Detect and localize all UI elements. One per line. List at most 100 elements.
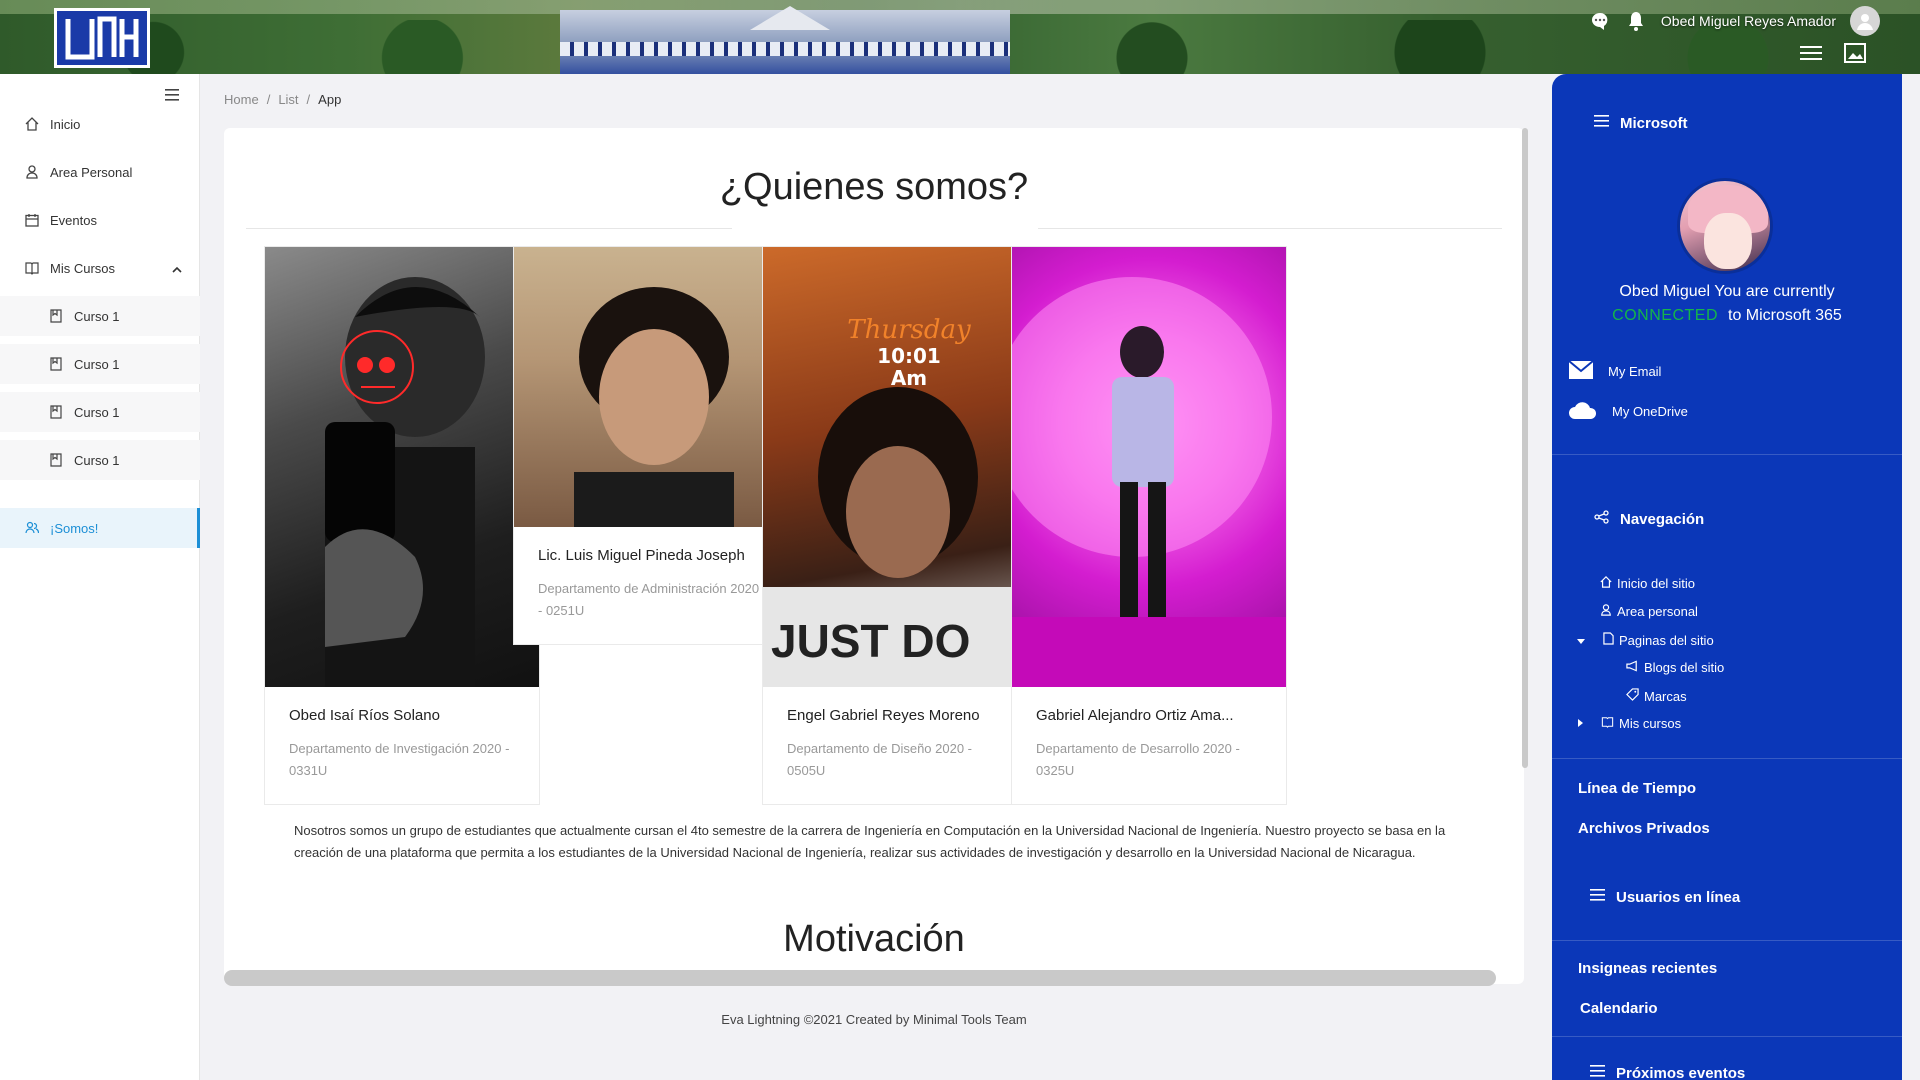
file-icon [1603, 632, 1614, 648]
nav-item-label: Mis cursos [1619, 716, 1682, 731]
page-title: ¿Quienes somos? [719, 166, 1029, 208]
member-name: Gabriel Alejandro Ortiz Ama... [1036, 707, 1234, 724]
chevron-up-icon[interactable] [172, 262, 182, 277]
sidebar-item-curso-1[interactable]: Curso 1 [0, 296, 200, 336]
member-info: Engel Gabriel Reyes Moreno Departamento … [763, 687, 1037, 804]
nav-item-marcas[interactable]: Marcas [1626, 688, 1687, 704]
my-email-link[interactable]: My Email [1568, 360, 1661, 383]
calendar-icon [24, 212, 40, 228]
member-card[interactable]: Obed Isaí Ríos Solano Departamento de In… [264, 246, 540, 805]
private-files-link[interactable]: Archivos Privados [1578, 820, 1710, 837]
header-actions: Obed Miguel Reyes Amador [1589, 6, 1880, 36]
profile-avatar[interactable] [1677, 178, 1773, 274]
title-divider-right [1038, 228, 1502, 229]
sidebar-item-label: Eventos [50, 212, 97, 228]
person-icon [24, 164, 40, 180]
uni-logo[interactable] [54, 8, 150, 68]
header-secondary-actions [1800, 42, 1866, 64]
photo-overlay-ampm: Am [890, 366, 928, 390]
sidebar-toggle-icon[interactable] [165, 88, 183, 104]
book-icon [24, 260, 40, 276]
sidebar-item-label: Area Personal [50, 164, 133, 180]
main-content-card: ¿Quienes somos? Obed Isaí Ríos Solano De… [224, 128, 1524, 984]
member-department: Departamento de Investigación 2020 - 033… [289, 741, 510, 778]
nav-item-label: Inicio del sitio [1617, 576, 1696, 591]
member-card[interactable]: Lic. Luis Miguel Pineda Joseph Departame… [513, 246, 789, 645]
member-card[interactable]: JUST DO Thursday 10:01 Am Engel Gabriel … [762, 246, 1038, 805]
timeline-link[interactable]: Línea de Tiempo [1578, 780, 1696, 797]
online-users-section-title[interactable]: Usuarios en línea [1590, 888, 1740, 906]
breadcrumb-separator: / [306, 92, 311, 107]
member-photo [265, 247, 539, 687]
sidebar-item-somos[interactable]: ¡Somos! [0, 508, 200, 548]
user-avatar-icon[interactable] [1850, 6, 1880, 36]
menu-icon [1594, 114, 1610, 132]
nav-item-label: Paginas del sitio [1619, 632, 1714, 648]
caret-right-icon[interactable] [1576, 716, 1584, 731]
microsoft-title: Microsoft [1620, 114, 1688, 132]
nav-item-label: Marcas [1644, 688, 1687, 704]
member-info: Obed Isaí Ríos Solano Departamento de In… [265, 687, 539, 804]
bell-icon[interactable] [1625, 10, 1647, 32]
online-users-title: Usuarios en línea [1616, 888, 1741, 906]
connected-badge: CONNECTED [1612, 307, 1718, 324]
image-icon[interactable] [1844, 42, 1866, 64]
member-department: Departamento de Administración 2020 - 02… [538, 581, 760, 618]
breadcrumb-current: App [318, 92, 342, 107]
chat-icon[interactable] [1589, 10, 1611, 32]
breadcrumb-list[interactable]: List [278, 92, 298, 107]
sidebar-item-curso-3[interactable]: Curso 1 [0, 392, 200, 432]
my-onedrive-link[interactable]: My OneDrive [1568, 400, 1688, 423]
panel-divider [1552, 758, 1902, 759]
left-sidebar: Inicio Area Personal Eventos Mis Cursos … [0, 74, 200, 1080]
member-photo-art [574, 287, 734, 527]
building-windows [560, 42, 1010, 56]
nav-item-inicio-del-sitio[interactable]: Inicio del sitio [1600, 576, 1695, 591]
bookmark-icon [48, 404, 64, 420]
home-icon [24, 116, 40, 132]
nav-item-area-personal[interactable]: Area personal [1600, 604, 1698, 619]
member-name: Lic. Luis Miguel Pineda Joseph [538, 547, 745, 564]
member-photo [514, 247, 788, 527]
microsoft-section-title[interactable]: Microsoft [1594, 114, 1688, 132]
panel-divider [1552, 1036, 1902, 1037]
nav-item-label: Blogs del sitio [1644, 660, 1725, 675]
panel-divider [1552, 940, 1902, 941]
nav-item-blogs-del-sitio[interactable]: Blogs del sitio [1626, 660, 1724, 675]
menu-icon [1590, 888, 1606, 906]
upcoming-events-section-title[interactable]: Próximos eventos [1590, 1064, 1745, 1080]
sidebar-item-curso-4[interactable]: Curso 1 [0, 440, 200, 480]
sidebar-item-mis-cursos[interactable]: Mis Cursos [0, 248, 200, 288]
breadcrumb-separator: / [266, 92, 271, 107]
cloud-icon [1568, 400, 1598, 423]
sidebar-item-eventos[interactable]: Eventos [0, 200, 200, 240]
sidebar-item-inicio[interactable]: Inicio [0, 104, 200, 144]
navigation-section-title[interactable]: Navegación [1594, 510, 1704, 528]
nav-item-mis-cursos[interactable]: Mis cursos [1576, 716, 1681, 731]
sidebar-item-curso-2[interactable]: Curso 1 [0, 344, 200, 384]
home-icon [1600, 576, 1612, 591]
megaphone-icon [1626, 660, 1639, 675]
member-name: Obed Isaí Ríos Solano [289, 707, 440, 724]
sidebar-item-label: Curso 1 [74, 308, 120, 324]
photo-overlay-day: Thursday [847, 315, 971, 345]
nav-item-paginas-del-sitio[interactable]: Paginas del sitio [1576, 632, 1714, 648]
avatar-face [1704, 213, 1752, 269]
horizontal-scrollbar[interactable] [224, 970, 1496, 986]
breadcrumb-home[interactable]: Home [224, 92, 259, 107]
vertical-scrollbar[interactable] [1522, 128, 1528, 768]
calendar-link[interactable]: Calendario [1580, 1000, 1658, 1017]
header-user-name[interactable]: Obed Miguel Reyes Amador [1661, 13, 1836, 29]
recent-badges-link[interactable]: Insigneas recientes [1578, 960, 1717, 977]
member-name: Engel Gabriel Reyes Moreno [787, 707, 980, 724]
sidebar-item-area-personal[interactable]: Area Personal [0, 152, 200, 192]
footer-text: Eva Lightning ©2021 Created by Minimal T… [721, 1012, 1027, 1027]
menu-icon[interactable] [1800, 42, 1822, 64]
sidebar-item-label: Inicio [50, 116, 81, 132]
book-icon [1601, 716, 1614, 731]
bookmark-icon [48, 308, 64, 324]
caret-down-icon[interactable] [1576, 633, 1586, 648]
sidebar-item-label: ¡Somos! [50, 520, 99, 536]
banner-building [560, 6, 1010, 74]
member-card[interactable]: Gabriel Alejandro Ortiz Ama... Departame… [1011, 246, 1287, 805]
